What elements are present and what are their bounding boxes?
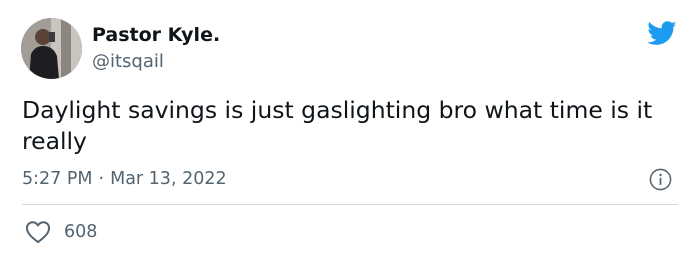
tweet-card: Pastor Kyle. @itsqail Daylight savings i… (0, 0, 700, 257)
heart-outline-icon[interactable] (25, 220, 51, 244)
tweet-text: Daylight savings is just gaslighting bro… (22, 96, 653, 155)
meta-separator: · (98, 169, 105, 189)
author-name[interactable]: Pastor Kyle. (92, 24, 220, 46)
avatar-photo (21, 18, 82, 79)
tweet-time: 5:27 PM (22, 169, 93, 189)
author-handle[interactable]: @itsqail (92, 51, 164, 73)
twitter-bird-icon[interactable] (647, 21, 677, 46)
tweet-timestamp[interactable]: 5:27 PM · Mar 13, 2022 (22, 167, 227, 191)
like-count[interactable]: 608 (64, 220, 97, 244)
avatar[interactable] (21, 18, 82, 79)
info-icon[interactable] (649, 168, 672, 191)
divider (22, 204, 678, 205)
tweet-date: Mar 13, 2022 (110, 169, 227, 189)
